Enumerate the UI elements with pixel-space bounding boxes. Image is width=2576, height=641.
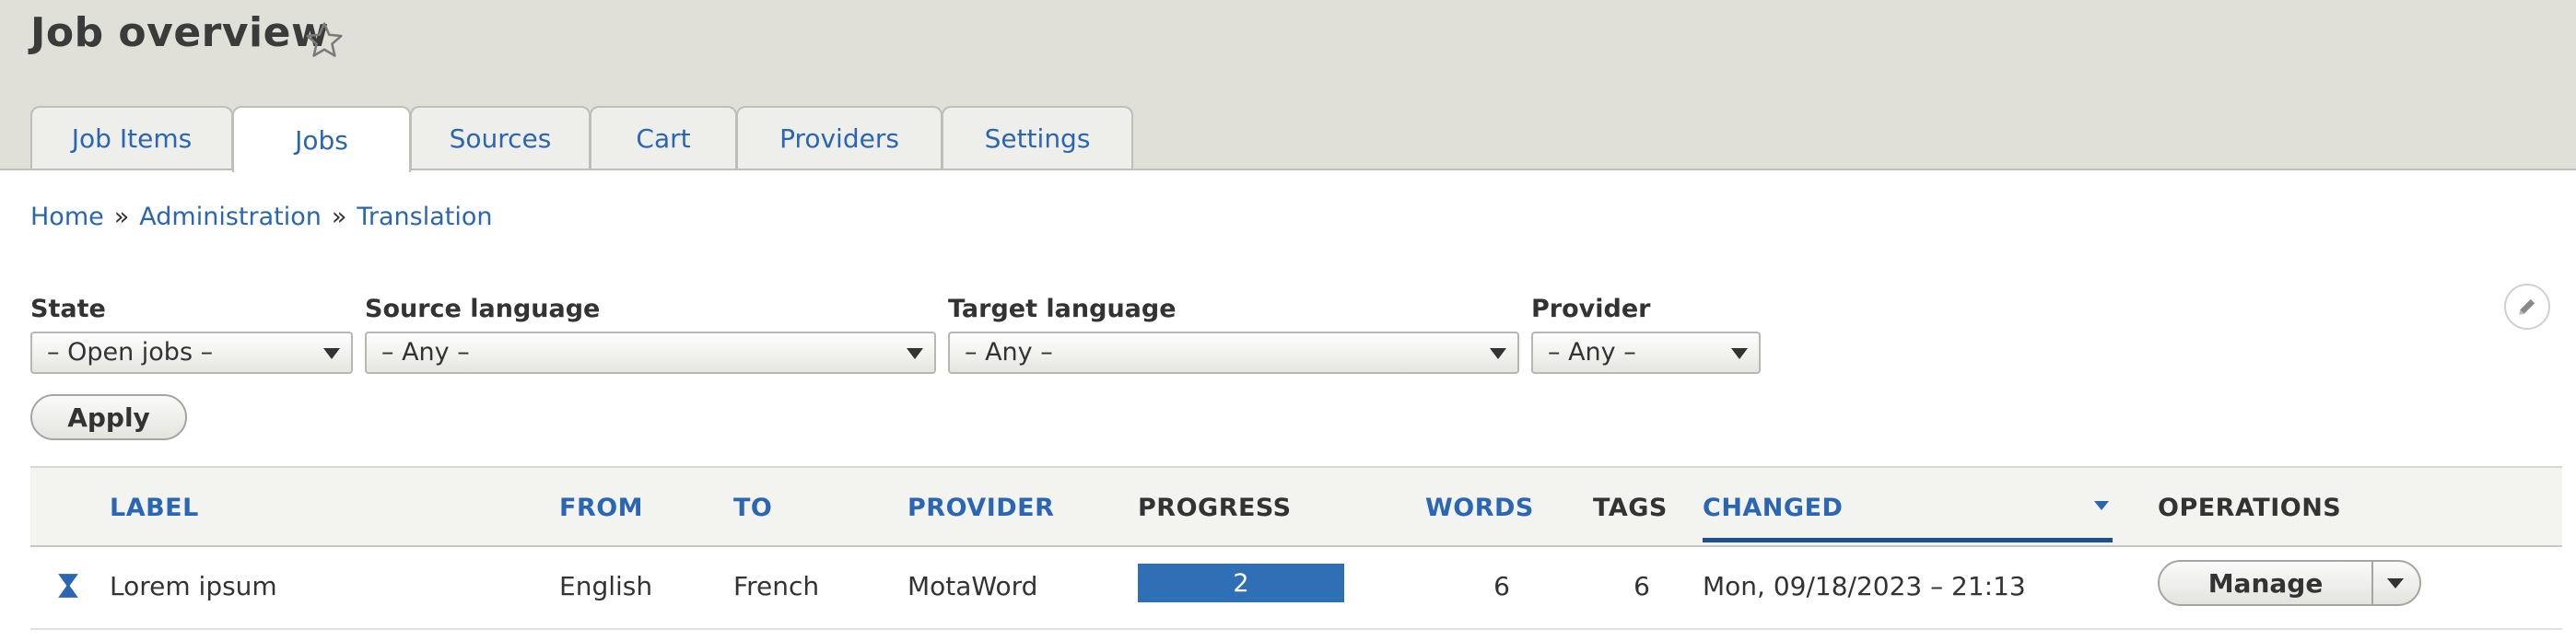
breadcrumb-home[interactable]: Home: [30, 203, 104, 231]
column-header-to[interactable]: TO: [733, 494, 772, 522]
job-to: French: [733, 571, 820, 601]
chevron-down-icon: [2387, 578, 2404, 589]
breadcrumb: Home » Administration » Translation: [30, 203, 493, 231]
active-sort-indicator: [1703, 538, 2113, 542]
tab-jobs[interactable]: Jobs: [232, 106, 411, 172]
breadcrumb-translation[interactable]: Translation: [357, 203, 492, 231]
tab-label: Job Items: [71, 122, 193, 154]
column-header-changed[interactable]: CHANGED: [1703, 494, 1843, 522]
column-header-provider[interactable]: PROVIDER: [907, 494, 1054, 522]
chevron-down-icon: [1490, 348, 1506, 359]
chevron-down-icon: [1731, 348, 1748, 359]
edit-view-button[interactable]: [2504, 284, 2550, 330]
job-provider: MotaWord: [907, 571, 1038, 601]
tab-providers[interactable]: Providers: [736, 106, 943, 169]
target-language-value: – Any –: [965, 338, 1053, 367]
star-icon[interactable]: [304, 20, 345, 61]
page-header: Job overview Job Items Jobs Sources Cart…: [0, 0, 2576, 172]
tab-label: Sources: [449, 122, 552, 154]
chevron-down-icon: [323, 348, 340, 359]
source-language-value: – Any –: [381, 338, 470, 367]
column-header-operations: OPERATIONS: [2158, 494, 2342, 522]
tab-label: Cart: [636, 122, 691, 154]
state-select[interactable]: – Open jobs –: [30, 332, 353, 374]
breadcrumb-administration[interactable]: Administration: [139, 203, 322, 231]
job-label: Lorem ipsum: [110, 571, 277, 601]
progress-value: 2: [1233, 568, 1249, 598]
column-header-tags: TAGS: [1593, 494, 1668, 522]
tab-label: Jobs: [295, 124, 348, 156]
table-row: Lorem ipsum English French MotaWord 2 6 …: [30, 545, 2562, 630]
chevron-down-icon: [907, 348, 923, 359]
progress-bar: 2: [1138, 564, 1344, 602]
job-words: 6: [1493, 571, 1510, 601]
hourglass-icon: [58, 574, 78, 598]
provider-filter-label: Provider: [1531, 295, 1651, 323]
column-header-from[interactable]: FROM: [559, 494, 643, 522]
breadcrumb-separator: »: [331, 203, 347, 231]
target-language-select[interactable]: – Any –: [948, 332, 1519, 374]
state-select-value: – Open jobs –: [47, 338, 214, 367]
table-header: LABEL FROM TO PROVIDER PROGRESS WORDS TA…: [30, 466, 2562, 547]
column-header-words[interactable]: WORDS: [1425, 494, 1534, 522]
column-header-label[interactable]: LABEL: [110, 494, 199, 522]
source-language-label: Source language: [365, 295, 601, 323]
provider-select-value: – Any –: [1548, 338, 1636, 367]
sort-descending-icon[interactable]: [2094, 501, 2109, 510]
source-language-select[interactable]: – Any –: [365, 332, 936, 374]
page-title: Job overview: [30, 9, 330, 56]
tab-label: Providers: [779, 122, 899, 154]
apply-button[interactable]: Apply: [30, 394, 187, 440]
tab-job-items[interactable]: Job Items: [30, 106, 233, 169]
provider-select[interactable]: – Any –: [1531, 332, 1761, 374]
tab-cart[interactable]: Cart: [590, 106, 737, 169]
job-from: English: [559, 571, 653, 601]
manage-button[interactable]: Manage: [2158, 560, 2373, 606]
tab-label: Settings: [984, 122, 1091, 154]
pencil-icon: [2519, 298, 2535, 315]
tab-sources[interactable]: Sources: [410, 106, 591, 169]
tab-settings[interactable]: Settings: [942, 106, 1133, 169]
breadcrumb-separator: »: [113, 203, 130, 231]
job-tags: 6: [1633, 571, 1650, 601]
state-filter-label: State: [30, 295, 106, 323]
target-language-label: Target language: [948, 295, 1177, 323]
operations-dropdown-toggle[interactable]: [2371, 560, 2421, 606]
column-header-progress: PROGRESS: [1138, 494, 1292, 522]
job-changed: Mon, 09/18/2023 – 21:13: [1703, 571, 2026, 601]
